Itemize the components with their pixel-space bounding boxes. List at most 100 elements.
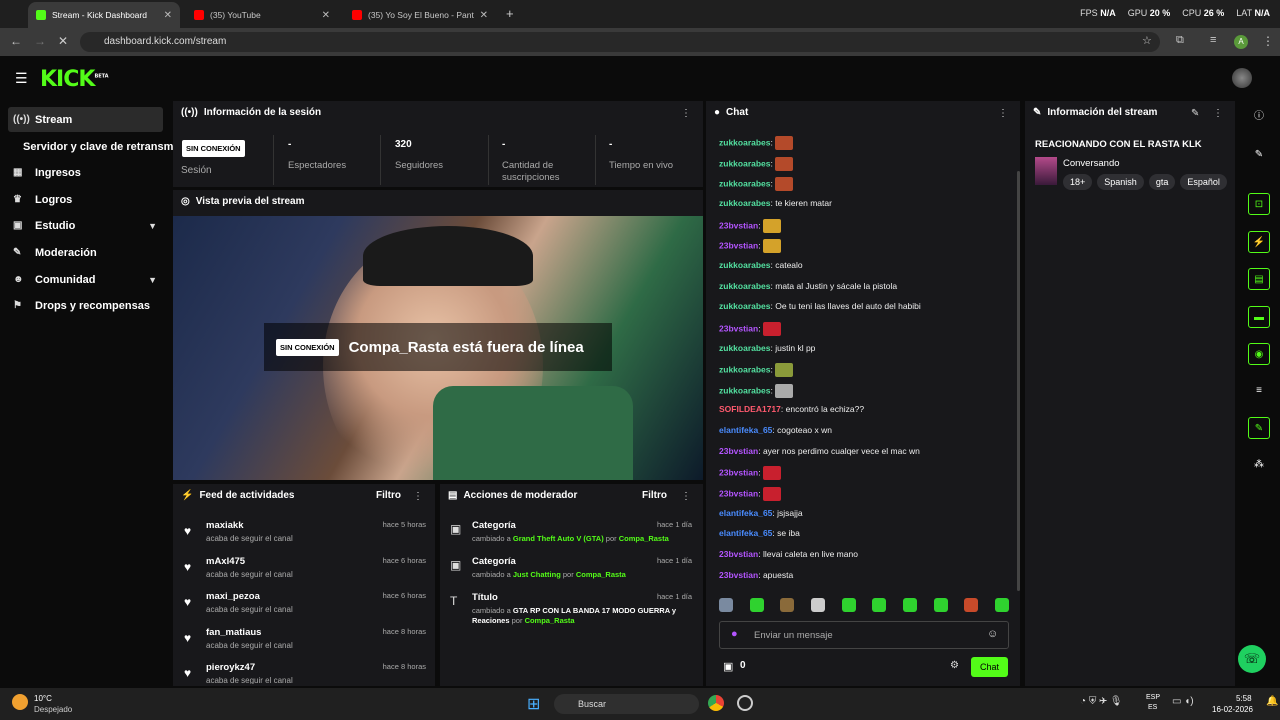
info-icon[interactable]: ⓘ (1248, 106, 1270, 128)
extensions-icon[interactable]: ⧉ (1176, 34, 1184, 47)
pencil-icon[interactable]: ✎ (1248, 144, 1270, 166)
chat-username[interactable]: zukkoarabes (719, 158, 771, 168)
emote-icon[interactable] (994, 598, 1009, 612)
mic-icon[interactable]: ● (731, 628, 738, 640)
chat-username[interactable]: zukkoarabes (719, 179, 771, 189)
list-item[interactable]: ♥ maxi_pezoa acaba de seguir el canal hace … (180, 591, 430, 625)
emote-icon[interactable] (902, 598, 917, 612)
users-icon[interactable]: ⁂ (1248, 454, 1270, 476)
list-item[interactable]: T Título hace 1 día cambiado a GTA RP CON L… (446, 592, 696, 632)
chest-icon[interactable]: ▣ (723, 660, 733, 673)
tray-icons[interactable]: ◔ ⛨ ✈ 🎙 (1080, 696, 1122, 707)
kick-logo[interactable]: KICKBETA (40, 67, 109, 92)
network-volume-icons[interactable]: ▭ ◖) (1172, 696, 1194, 707)
sidebar-item-comunidad[interactable]: ☻ Comunidad ▼ (8, 267, 163, 292)
chat-username[interactable]: zukkoarabes (719, 260, 771, 270)
user-avatar[interactable] (1232, 68, 1252, 88)
bookmark-star-icon[interactable]: ☆ (1142, 34, 1152, 47)
sidebar-item-server-key[interactable]: Servidor y clave de retransm (18, 134, 188, 159)
tag[interactable]: 18+ (1063, 174, 1093, 190)
list-icon[interactable]: ▤ (1248, 268, 1270, 290)
tag[interactable]: Español (1180, 174, 1227, 190)
sidebar-item-ingresos[interactable]: ▦ Ingresos (8, 160, 163, 185)
emote-icon[interactable] (872, 598, 887, 612)
support-icon[interactable]: ☏ (1238, 645, 1266, 673)
chat-username[interactable]: SOFILDEA1717 (719, 404, 781, 414)
chat-icon[interactable]: ▬ (1248, 306, 1270, 328)
emote-icon[interactable] (719, 598, 733, 612)
chat-username[interactable]: 23bvstian (719, 549, 758, 559)
chat-username[interactable]: zukkoarabes (719, 385, 771, 395)
clock-date[interactable]: 16-02-2026 (1212, 705, 1253, 714)
chat-username[interactable]: elantifeka_65 (719, 508, 772, 518)
chat-username[interactable]: 23bvstian (719, 323, 758, 333)
stack-icon[interactable]: ≡ (1248, 380, 1270, 402)
edit-icon[interactable]: ✎ (1191, 108, 1199, 119)
list-item[interactable]: ▣ Categoría hace 1 día cambiado a Just Chat… (446, 556, 696, 590)
chat-username[interactable]: 23bvstian (719, 570, 758, 580)
menu-dots-icon[interactable]: ⋮ (1262, 34, 1274, 48)
bolt-icon[interactable]: ⚡ (1248, 231, 1270, 253)
chat-username[interactable]: zukkoarabes (719, 137, 771, 147)
new-tab-button[interactable]: + (506, 6, 514, 21)
emote-icon[interactable] (780, 598, 795, 612)
chat-username[interactable]: 23bvstian (719, 488, 758, 498)
close-tab-icon[interactable]: ✕ (480, 10, 488, 21)
panel-menu-icon[interactable]: ⋮ (681, 491, 691, 502)
emote-icon[interactable] (933, 598, 948, 612)
hamburger-menu-icon[interactable]: ☰ (15, 70, 28, 87)
sidebar-item-stream[interactable]: ((•)) Stream (8, 107, 163, 132)
emote-icon[interactable] (841, 598, 856, 612)
wrench-icon[interactable]: ✎ (1248, 417, 1270, 439)
emoji-icon[interactable]: ☺ (987, 628, 998, 640)
lang-indicator[interactable]: ESP (1146, 694, 1160, 701)
chat-username[interactable]: zukkoarabes (719, 281, 771, 291)
focus-icon[interactable]: ⊡ (1248, 193, 1270, 215)
emote-icon[interactable] (810, 598, 825, 612)
tag[interactable]: Spanish (1097, 174, 1144, 190)
chat-username[interactable]: zukkoarabes (719, 364, 771, 374)
chat-username[interactable]: 23bvstian (719, 468, 758, 478)
chat-username[interactable]: zukkoarabes (719, 198, 771, 208)
list-item[interactable]: ♥ pieroykz47 acaba de seguir el canal hace … (180, 662, 430, 684)
reading-list-icon[interactable]: ≡ (1210, 34, 1216, 46)
tab-youtube[interactable]: (35) YouTube ✕ (186, 2, 338, 28)
emote-icon[interactable] (964, 598, 979, 612)
sidebar-item-logros[interactable]: ♛ Logros (8, 187, 163, 212)
panel-menu-icon[interactable]: ⋮ (413, 491, 423, 502)
chat-username[interactable]: 23bvstian (719, 446, 758, 456)
back-icon[interactable]: ← (10, 34, 22, 48)
taskbar-search[interactable]: Buscar (554, 694, 699, 714)
clock-time[interactable]: 5:58 (1236, 694, 1252, 703)
panel-menu-icon[interactable]: ⋮ (1213, 108, 1223, 119)
windows-start-icon[interactable]: ⊞ (527, 694, 540, 714)
chat-settings-icon[interactable]: ⚙ (950, 660, 959, 671)
panel-menu-icon[interactable]: ⋮ (681, 108, 691, 119)
list-item[interactable]: ▣ Categoría hace 1 día cambiado a Grand The… (446, 520, 696, 554)
chat-username[interactable]: 23bvstian (719, 241, 758, 251)
profile-avatar[interactable]: A (1234, 35, 1248, 49)
weather-desc[interactable]: Despejado (34, 705, 72, 714)
reload-icon[interactable]: ✕ (58, 34, 68, 48)
list-item[interactable]: ♥ maxiakk acaba de seguir el canal hace 5 h… (180, 520, 430, 554)
chat-username[interactable]: elantifeka_65 (719, 425, 772, 435)
notification-icon[interactable]: 🔔 (1266, 696, 1278, 707)
close-tab-icon[interactable]: ✕ (164, 10, 172, 21)
chat-send-button[interactable]: Chat (971, 657, 1008, 677)
url-field[interactable]: dashboard.kick.com/stream (80, 32, 1160, 52)
chat-input[interactable]: Enviar un mensaje (719, 621, 1009, 649)
obs-icon[interactable] (737, 695, 753, 711)
sidebar-item-estudio[interactable]: ▣ Estudio ▼ (8, 213, 163, 238)
chat-scrollbar[interactable] (1017, 171, 1020, 591)
lang-indicator-sub[interactable]: ES (1148, 704, 1157, 711)
list-item[interactable]: ♥ fan_matiaus acaba de seguir el canal hace… (180, 627, 430, 661)
chat-username[interactable]: elantifeka_65 (719, 528, 772, 538)
panel-menu-icon[interactable]: ⋮ (998, 108, 1008, 119)
close-tab-icon[interactable]: ✕ (322, 10, 330, 21)
feed-filter-button[interactable]: Filtro (376, 490, 401, 501)
weather-temp[interactable]: 10°C (34, 694, 52, 703)
sidebar-item-moderacion[interactable]: ✎ Moderación (8, 240, 163, 265)
emote-icon[interactable] (749, 598, 764, 612)
tab-kick-dashboard[interactable]: Stream - Kick Dashboard ✕ (28, 2, 180, 28)
list-item[interactable]: ♥ mAxl475 acaba de seguir el canal hace 6 h… (180, 556, 430, 590)
